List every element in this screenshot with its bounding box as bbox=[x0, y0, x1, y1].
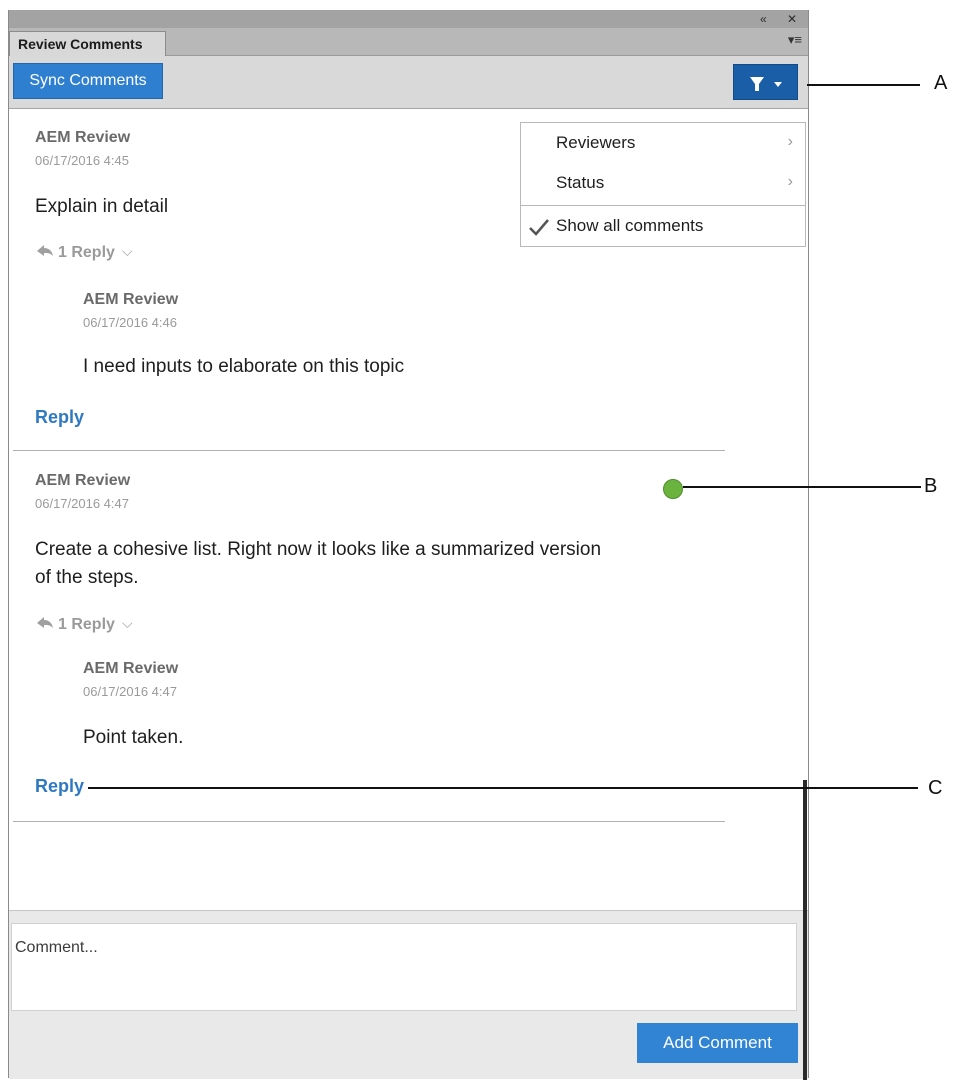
comment-text: Explain in detail bbox=[35, 196, 169, 217]
chevron-down-icon: ⌵ bbox=[122, 615, 133, 631]
chevron-right-icon: › bbox=[787, 133, 793, 150]
comment-date: 06/17/2016 4:45 bbox=[35, 153, 129, 168]
panel-menu-icon[interactable]: ▾≡ bbox=[788, 32, 802, 48]
comment-placeholder: Comment... bbox=[15, 939, 98, 956]
review-comments-panel: « ✕ Review Comments ▾≡ Sync Comments AEM… bbox=[8, 10, 809, 1080]
add-comment-label: Add Comment bbox=[663, 1033, 772, 1052]
comment-author: AEM Review bbox=[35, 129, 131, 146]
menu-item-status[interactable]: Status › bbox=[521, 163, 805, 203]
menu-item-label: Status bbox=[556, 173, 605, 192]
callout-line-b bbox=[683, 486, 921, 488]
reply-author: AEM Review bbox=[83, 291, 179, 308]
filter-icon bbox=[750, 77, 764, 91]
menu-item-reviewers[interactable]: Reviewers › bbox=[521, 123, 805, 163]
chevron-right-icon: › bbox=[787, 173, 793, 190]
tab-review-comments[interactable]: Review Comments bbox=[9, 31, 166, 56]
sync-comments-button[interactable]: Sync Comments bbox=[13, 63, 163, 99]
comment-input[interactable]: Comment... bbox=[11, 923, 797, 1011]
chevron-down-icon: ⌵ bbox=[122, 243, 133, 259]
callout-line-c bbox=[88, 787, 918, 789]
replies-toggle[interactable]: 1 Reply ⌵ bbox=[35, 615, 155, 637]
reply-link[interactable]: Reply bbox=[35, 776, 84, 797]
reply-count: 1 Reply bbox=[58, 616, 115, 633]
callout-line-a bbox=[807, 84, 920, 86]
reply-author: AEM Review bbox=[83, 660, 179, 677]
reply-date: 06/17/2016 4:46 bbox=[83, 315, 177, 330]
tab-row: Review Comments ▾≡ bbox=[9, 28, 808, 56]
panel-title-bar: « ✕ bbox=[9, 10, 808, 28]
menu-item-label: Reviewers bbox=[556, 133, 636, 152]
reply-text: I need inputs to elaborate on this topic bbox=[83, 356, 405, 377]
checkmark-icon bbox=[529, 219, 549, 236]
filter-dropdown-menu: Reviewers › Status › Show all comments bbox=[520, 122, 806, 247]
reply-icon bbox=[37, 617, 53, 628]
callout-label-b: B bbox=[924, 475, 938, 497]
toolbar: Sync Comments bbox=[9, 56, 808, 109]
reply-link[interactable]: Reply bbox=[35, 407, 84, 428]
reply-icon bbox=[37, 245, 53, 256]
comment-author: AEM Review bbox=[35, 472, 131, 489]
reply-text: Point taken. bbox=[83, 727, 184, 748]
callout-label-c: C bbox=[928, 777, 943, 799]
menu-item-show-all-comments[interactable]: Show all comments bbox=[521, 206, 805, 246]
scrollbar[interactable] bbox=[803, 780, 807, 1080]
filter-button[interactable] bbox=[733, 64, 798, 100]
status-indicator[interactable] bbox=[663, 479, 683, 499]
collapse-panel-icon[interactable]: « bbox=[760, 11, 767, 27]
comment-text-line-1: Create a cohesive list. Right now it loo… bbox=[35, 539, 602, 560]
reply-count: 1 Reply bbox=[58, 244, 115, 261]
comment-date: 06/17/2016 4:47 bbox=[35, 496, 129, 511]
tab-label: Review Comments bbox=[18, 36, 143, 52]
callout-label-a: A bbox=[934, 72, 948, 94]
replies-toggle[interactable]: 1 Reply ⌵ bbox=[35, 243, 155, 265]
comment-text-line-2: of the steps. bbox=[35, 567, 139, 588]
reply-date: 06/17/2016 4:47 bbox=[83, 684, 177, 699]
sync-comments-label: Sync Comments bbox=[29, 72, 147, 89]
comment-divider bbox=[13, 450, 725, 451]
compose-area: Comment... Add Comment bbox=[9, 910, 808, 1079]
add-comment-button[interactable]: Add Comment bbox=[637, 1023, 798, 1063]
caret-down-icon bbox=[774, 82, 782, 87]
menu-item-label: Show all comments bbox=[556, 216, 704, 235]
close-panel-icon[interactable]: ✕ bbox=[787, 11, 797, 27]
comment-divider bbox=[13, 821, 725, 822]
